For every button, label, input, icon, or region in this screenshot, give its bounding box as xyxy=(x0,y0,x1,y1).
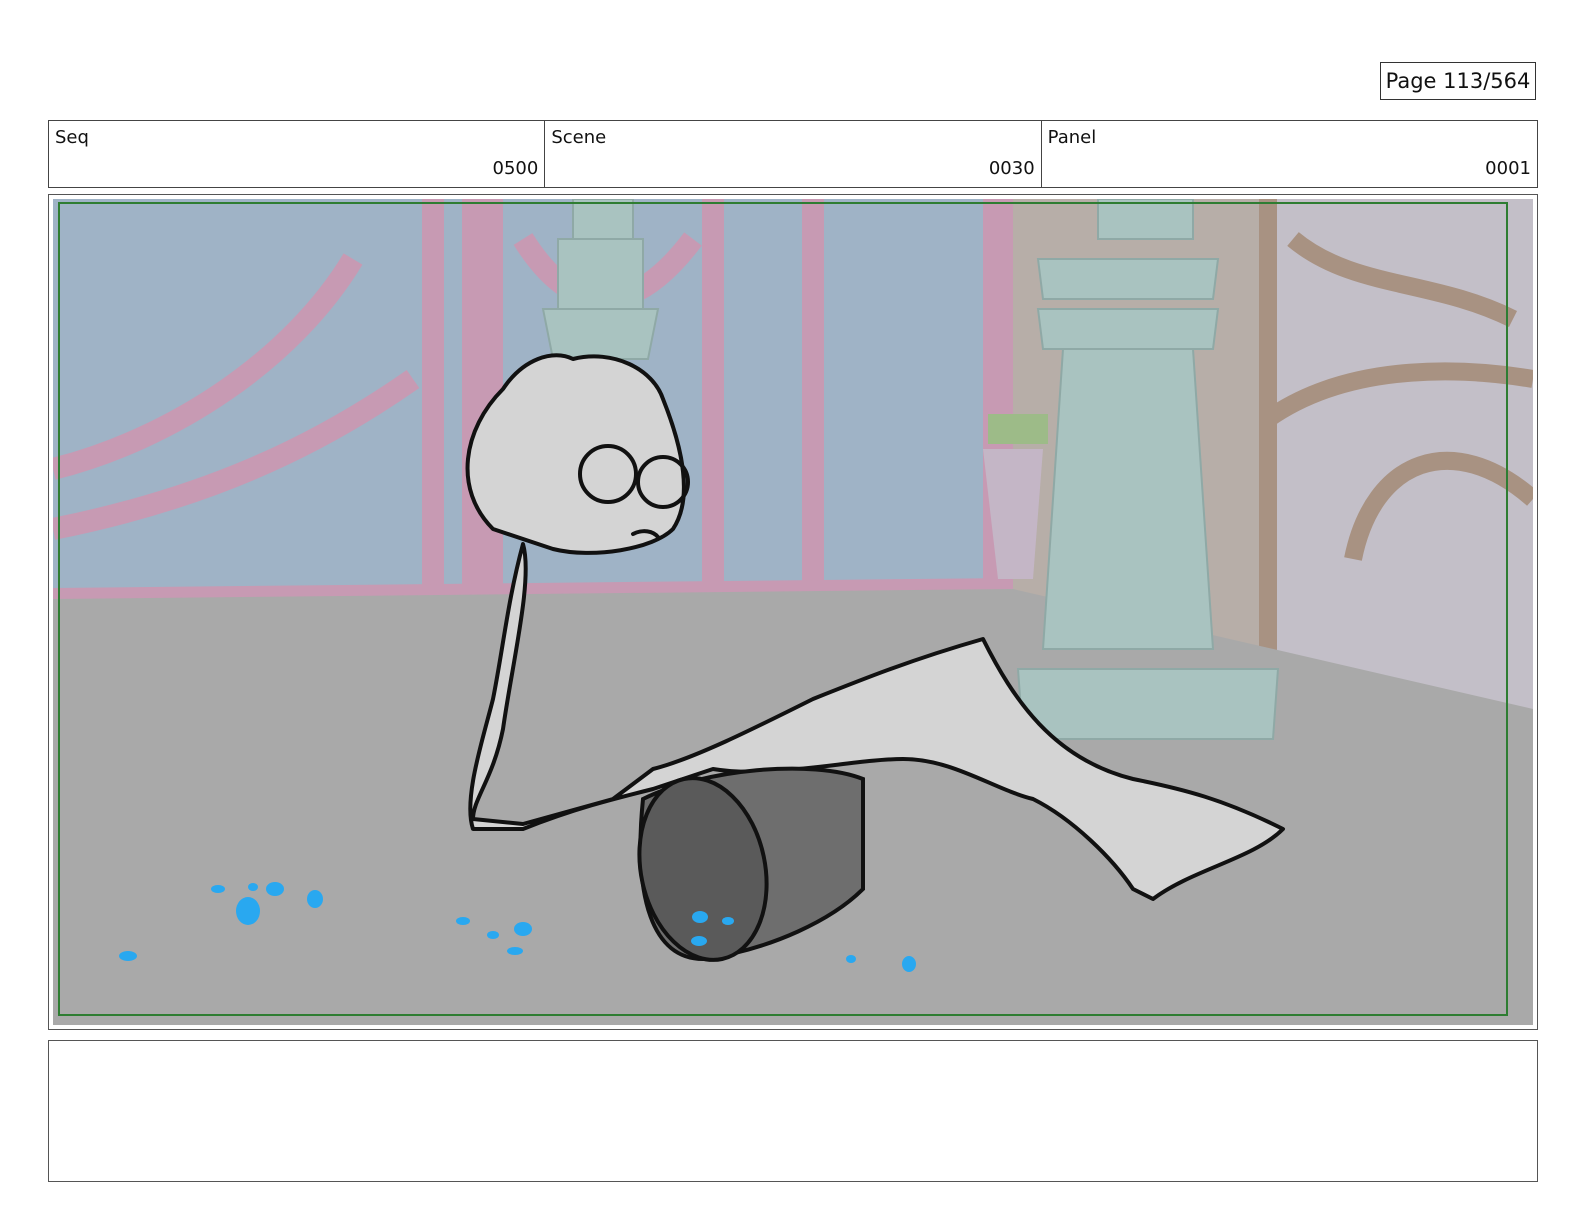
page-number: Page 113/564 xyxy=(1380,62,1536,100)
seq-cell: Seq 0500 xyxy=(49,121,546,187)
scene-cell: Scene 0030 xyxy=(545,121,1042,187)
panel-notes xyxy=(48,1040,1538,1182)
panel-frame xyxy=(48,194,1538,1030)
storyboard-panel-image xyxy=(53,199,1533,1025)
seq-value: 0500 xyxy=(492,158,539,179)
seq-label: Seq xyxy=(55,127,89,148)
panel-cell: Panel 0001 xyxy=(1042,121,1537,187)
panel-value: 0001 xyxy=(1485,158,1531,179)
scene-value: 0030 xyxy=(988,158,1035,179)
panel-label: Panel xyxy=(1047,127,1097,148)
panel-header: Seq 0500 Scene 0030 Panel 0001 xyxy=(48,120,1538,188)
scene-label: Scene xyxy=(551,127,607,148)
